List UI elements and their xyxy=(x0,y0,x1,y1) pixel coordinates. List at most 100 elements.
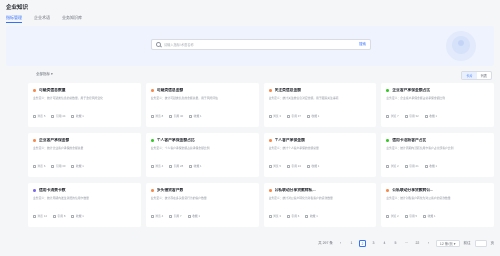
card-title: 个人客户承保金额 xyxy=(274,137,305,142)
page-button[interactable]: 3 xyxy=(370,240,377,247)
eye-icon xyxy=(268,214,272,218)
favorite-count-text: 收藏 1 xyxy=(429,114,438,118)
view-count: 浏览 2 xyxy=(386,164,399,168)
metric-card[interactable]: 关注类信息金额业务定义：统计关注类信息对应金额，用于跟踪关注事项浏览 3 引用 3… xyxy=(263,83,377,127)
eye-icon xyxy=(386,114,390,118)
metric-card[interactable]: 个人客户承保金额 业务定义：统计个人客户承保的金额总量 浏览 5 引用 24 收藏 1 xyxy=(263,133,377,177)
metric-card[interactable]: 多头借贷客户数 业务定义：统计存在多头借贷行为的客户数量 浏览 4 引用 7 收藏 1 xyxy=(145,183,259,227)
reference-count: 引用 28 xyxy=(169,164,183,168)
metric-card-grid: 可疑类信息数量 业务定义：统计可疑类信息的总数量，用于监控风险变化 浏览 5 引用 4… xyxy=(28,83,494,227)
view-count-text: 浏览 4 xyxy=(155,164,164,168)
metric-card[interactable]: 个人客户承保金额占比 业务定义：个人客户承保金额占总承保金额比例 浏览 4 引用 28… xyxy=(145,133,259,177)
status-dot-icon xyxy=(386,88,390,92)
reference-count-text: 引用 5 xyxy=(409,214,418,218)
link-icon xyxy=(51,164,55,168)
search-box[interactable]: 请输入指标/术语名称 搜索 xyxy=(151,39,371,50)
card-header: 信用卡消费卡数 xyxy=(33,187,136,193)
page-size-select[interactable]: 12 条/页 ▾ xyxy=(435,240,460,247)
status-dot-icon xyxy=(268,88,272,92)
eye-icon xyxy=(386,164,390,168)
card-title: 个人客户承保金额占比 xyxy=(156,137,195,142)
favorite-count: 收藏 1 xyxy=(424,114,438,118)
link-icon xyxy=(404,114,408,118)
metric-card[interactable]: 企业客户承保金额 业务定义：统计企业客户承保的金额总量 浏览 6 引用 30 收藏 1 xyxy=(28,133,141,177)
metric-card[interactable]: 企业客户承保金额占比 业务定义：企业客户承保金额占总承保金额比例 浏览 7 引用 32… xyxy=(381,83,494,127)
page-button[interactable]: 1 xyxy=(348,240,355,247)
card-description: 业务定义：统计关注类信息对应金额，用于跟踪关注事项 xyxy=(268,96,339,100)
reference-count-text: 引用 28 xyxy=(173,164,184,168)
card-header: 企业客户承保金额占比 xyxy=(386,87,489,93)
status-dot-icon xyxy=(386,188,390,192)
page-button[interactable]: 5 xyxy=(392,240,399,247)
metric-filter-dropdown[interactable]: 全部指标 ▾ xyxy=(36,72,53,77)
tab-metrics[interactable]: 指标管理 xyxy=(6,14,22,23)
metric-card[interactable]: 信用卡消费卡数 业务定义：统计周期内发生消费的信用卡数量 浏览 14 引用 8 收藏 1 xyxy=(28,183,141,227)
reference-count: 引用 40 xyxy=(169,114,183,118)
card-description: 业务定义：统计存在多头借贷行为的客户数量 xyxy=(150,196,207,200)
eye-icon xyxy=(33,214,36,218)
favorite-count: 收藏 1 xyxy=(305,214,318,218)
status-dot-icon xyxy=(33,188,36,192)
view-count: 浏览 6 xyxy=(33,164,45,168)
card-stats: 浏览 5 引用 44 收藏 1 xyxy=(33,114,136,118)
metric-card[interactable]: 可疑类信息金额 业务定义：统计可疑类信息的金额总量，用于风险评估 浏览 8 引用 40… xyxy=(145,83,259,127)
status-dot-icon xyxy=(150,88,154,92)
reference-count: 引用 6 xyxy=(286,214,299,218)
star-icon xyxy=(71,214,75,218)
star-icon xyxy=(189,164,193,168)
next-page-button[interactable]: › xyxy=(425,240,432,247)
link-icon xyxy=(286,164,290,168)
link-icon xyxy=(404,164,408,168)
page-button-current[interactable]: 2 xyxy=(358,240,366,247)
card-title: 企业客户承保金额占比 xyxy=(392,87,431,92)
star-icon xyxy=(424,164,428,168)
favorite-count-text: 收藏 1 xyxy=(193,114,202,118)
card-header: 多头借贷客户数 xyxy=(150,187,254,193)
jump-page-input[interactable] xyxy=(474,240,487,247)
favorite-count: 收藏 1 xyxy=(187,214,201,218)
list-view-button[interactable]: 列表 xyxy=(477,72,491,79)
card-header: 关注类信息金额 xyxy=(268,87,372,93)
prev-page-button[interactable]: ‹ xyxy=(337,240,344,247)
reference-count: 引用 44 xyxy=(51,114,65,118)
metric-card[interactable]: 公私联动分享贷款转私... 业务定义：统计对公客户转化为对私客户的贷款数量 浏览 3… xyxy=(263,183,377,227)
status-dot-icon xyxy=(150,138,154,142)
favorite-count-text: 收藏 1 xyxy=(192,214,201,218)
search-button[interactable]: 搜索 xyxy=(359,42,366,47)
card-header: 公私联动分享贷款转私... xyxy=(268,187,372,193)
card-stats: 浏览 3 引用 37 收藏 1 xyxy=(268,114,372,118)
search-icon xyxy=(156,42,161,47)
eye-icon xyxy=(268,164,272,168)
card-title: 公私联动分享贷款转公... xyxy=(392,187,434,192)
tab-terms[interactable]: 企业术语 xyxy=(34,14,50,22)
search-banner: 请输入指标/术语名称 搜索 xyxy=(6,26,494,66)
link-icon xyxy=(404,214,408,218)
metric-card[interactable]: 信用卡活跃客户占比 业务定义：统计周期内活跃信用卡客户占全部客户比例 浏览 2 引用 … xyxy=(381,133,494,177)
card-title: 关注类信息金额 xyxy=(274,87,302,92)
metric-card[interactable]: 可疑类信息数量 业务定义：统计可疑类信息的总数量，用于监控风险变化 浏览 5 引用 4… xyxy=(28,83,141,127)
page-button[interactable]: 4 xyxy=(381,240,388,247)
search-input[interactable]: 请输入指标/术语名称 xyxy=(164,42,359,47)
card-view-button[interactable]: 卡片 xyxy=(462,72,477,80)
page-button[interactable]: 22 xyxy=(414,240,421,247)
reference-count-text: 引用 37 xyxy=(291,114,301,118)
card-header: 公私联动分享贷款转公... xyxy=(386,187,489,193)
link-icon xyxy=(169,214,173,218)
metric-card[interactable]: 公私联动分享贷款转公... 业务定义：统计对私客户转化为对公客户的贷款数量 浏览 2… xyxy=(381,183,494,227)
favorite-count-text: 收藏 1 xyxy=(429,164,438,168)
link-icon xyxy=(286,214,290,218)
view-count-text: 浏览 8 xyxy=(155,114,164,118)
tab-knowledge-base[interactable]: 业务知识库 xyxy=(62,14,82,22)
jump-label: 前往 xyxy=(463,241,471,245)
card-title: 企业客户承保金额 xyxy=(39,137,70,142)
page-ellipsis[interactable]: ··· xyxy=(403,240,410,247)
card-title: 多头借贷客户数 xyxy=(156,187,184,192)
favorite-count: 收藏 1 xyxy=(423,214,436,218)
favorite-count-text: 收藏 1 xyxy=(75,114,84,118)
reference-count-text: 引用 21 xyxy=(409,164,419,168)
favorite-count: 收藏 1 xyxy=(189,164,202,168)
status-dot-icon xyxy=(268,188,272,192)
view-count: 浏览 8 xyxy=(150,114,164,118)
link-icon xyxy=(286,114,290,118)
star-icon xyxy=(306,164,310,168)
